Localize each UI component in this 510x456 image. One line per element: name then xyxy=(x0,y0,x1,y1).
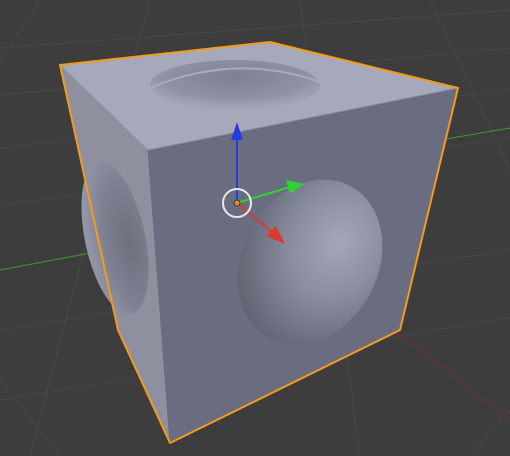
3d-viewport[interactable] xyxy=(0,0,510,456)
world-y-axis-line-right xyxy=(439,127,510,141)
cube-object[interactable] xyxy=(59,41,459,444)
object-origin-dot xyxy=(233,199,241,207)
viewport-canvas[interactable] xyxy=(0,0,510,456)
